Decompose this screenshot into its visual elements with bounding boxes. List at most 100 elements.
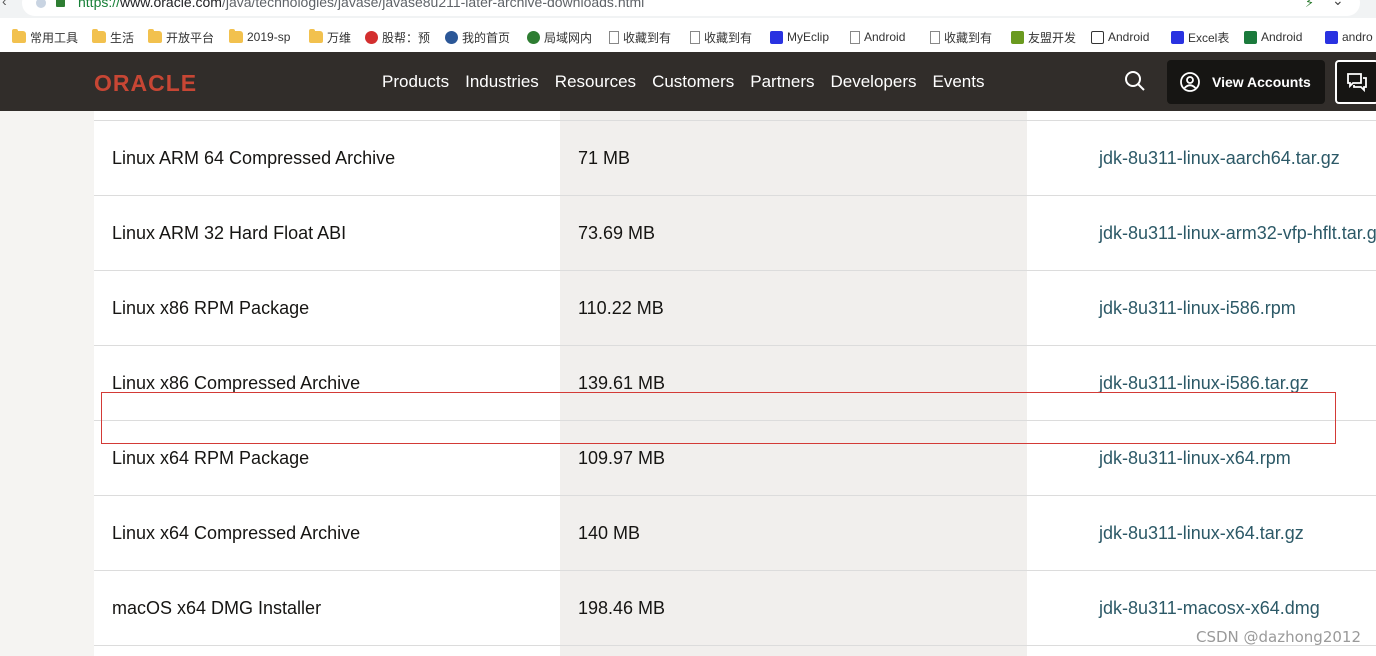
product-name: Linux x64 Compressed Archive <box>112 523 361 543</box>
bookmark-label: 股帮：预 <box>382 30 431 45</box>
file-size: 139.61 MB <box>578 373 666 393</box>
row-divider <box>94 120 1376 121</box>
nav-partners[interactable]: Partners <box>750 72 814 92</box>
url-path: /java/technologies/javase/javase8u211-la… <box>221 0 645 10</box>
bookmarks-bar: 常用工具 生活 开放平台 2019-sp 万维 股帮：预 我的首页 局域网内 收藏到有 收藏到有 M… <box>0 24 1376 50</box>
nav-customers[interactable]: Customers <box>652 72 734 92</box>
bookmark-item[interactable]: 开放平台 <box>148 27 214 47</box>
back-arrow-icon[interactable]: ‹ <box>2 0 7 9</box>
folder-icon <box>309 29 323 43</box>
bookmark-item[interactable]: 万维 <box>309 27 351 47</box>
bookmark-label: 收藏到有 <box>944 30 993 45</box>
chat-button[interactable] <box>1335 60 1376 104</box>
view-accounts-button[interactable]: View Accounts <box>1167 60 1325 104</box>
oracle-logo[interactable]: ORACLE <box>94 70 197 97</box>
bookmark-item[interactable]: Android <box>1091 27 1149 47</box>
bookmark-label: 局域网内 <box>544 30 593 45</box>
bookmark-item[interactable]: 2019-sp <box>229 27 290 47</box>
download-link[interactable]: jdk-8u311-linux-x64.rpm <box>1099 421 1291 496</box>
folder-icon <box>92 29 106 43</box>
bookmark-item[interactable]: Excel表 <box>1171 27 1229 47</box>
bookmark-label: 收藏到有 <box>704 30 753 45</box>
file-size: 109.97 MB <box>578 448 666 468</box>
bookmark-label: 收藏到有 <box>623 30 672 45</box>
bookmark-item[interactable]: Android <box>1244 27 1302 47</box>
page-icon <box>930 30 940 44</box>
product-name: Linux ARM 32 Hard Float ABI <box>112 223 347 243</box>
bookmark-item[interactable]: 股帮：预 <box>365 27 430 47</box>
bookmark-label: 开放平台 <box>166 30 215 45</box>
nav-industries[interactable]: Industries <box>465 72 539 92</box>
url-protocol: https:// <box>78 0 121 10</box>
secure-lock-icon <box>56 0 65 7</box>
main-nav: Products Industries Resources Customers … <box>382 72 1000 92</box>
download-link[interactable]: jdk-8u311-linux-arm32-vfp-hflt.tar.gz <box>1099 196 1376 271</box>
bookmark-label: andro <box>1342 30 1373 44</box>
bookmark-item[interactable]: andro <box>1325 27 1373 47</box>
chat-icon <box>1347 73 1367 93</box>
downloads-table: Linux ARM 64 Compressed Archive 71 MB jdk-… <box>94 111 1376 656</box>
bookmark-label: 生活 <box>110 30 135 45</box>
bookmark-item[interactable]: 生活 <box>92 27 134 47</box>
browser-address-bar: ‹ https://www.oracle.com/java/technologi… <box>0 0 1376 18</box>
chevron-down-icon[interactable]: ⌄ <box>1332 0 1344 9</box>
l-logo-icon <box>1244 30 1257 44</box>
table-row: Linux x86 RPM Package 110.22 MB jdk-8u311-… <box>94 271 1376 346</box>
bookmark-item[interactable]: 友盟开发 <box>1011 27 1076 47</box>
bookmark-label: 友盟开发 <box>1028 30 1077 45</box>
bookmark-item[interactable]: Android <box>850 27 905 47</box>
table-row: Linux x86 Compressed Archive 139.61 MB jdk… <box>94 346 1376 421</box>
download-link[interactable]: jdk-8u311-linux-aarch64.tar.gz <box>1099 121 1340 196</box>
nav-developers[interactable]: Developers <box>831 72 917 92</box>
extension-bolt-icon[interactable]: ⚡ <box>1305 0 1314 11</box>
bookmark-item[interactable]: 收藏到有 <box>930 27 992 47</box>
nav-events[interactable]: Events <box>933 72 985 92</box>
bookmark-label: Android <box>864 30 906 44</box>
product-name: Linux x64 RPM Package <box>112 448 310 468</box>
nav-resources[interactable]: Resources <box>555 72 636 92</box>
product-name: Linux x86 Compressed Archive <box>112 373 361 393</box>
stock-icon <box>365 30 378 44</box>
a-logo-icon <box>1091 30 1104 44</box>
file-size: 110.22 MB <box>578 298 664 318</box>
bookmark-label: Excel表 <box>1188 30 1230 45</box>
table-row: Linux x64 Compressed Archive 140 MB jdk-8u… <box>94 496 1376 571</box>
bookmark-item[interactable]: 收藏到有 <box>690 27 752 47</box>
bookmark-label: 2019-sp <box>247 30 291 44</box>
table-row: Linux ARM 32 Hard Float ABI 73.69 MB jdk-8… <box>94 196 1376 271</box>
download-link[interactable]: jdk-8u311-linux-x64.tar.gz <box>1099 496 1304 571</box>
page-content: Linux ARM 64 Compressed Archive 71 MB jdk-… <box>0 111 1376 656</box>
page-icon <box>850 30 860 44</box>
bookmark-item[interactable]: 常用工具 <box>12 27 78 47</box>
file-size: 140 MB <box>578 523 641 543</box>
paw-icon <box>770 30 783 44</box>
globe-icon <box>445 30 458 44</box>
file-size: 198.46 MB <box>578 598 666 618</box>
umeng-icon <box>1011 30 1024 44</box>
page-icon <box>690 30 700 44</box>
folder-icon <box>12 29 26 43</box>
account-icon <box>1180 72 1200 92</box>
folder-icon <box>229 29 243 43</box>
nav-products[interactable]: Products <box>382 72 449 92</box>
bookmark-label: 常用工具 <box>30 30 79 45</box>
product-name: macOS x64 DMG Installer <box>112 598 322 618</box>
bookmark-item[interactable]: 收藏到有 <box>609 27 671 47</box>
bookmark-item[interactable]: MyEclip <box>770 27 829 47</box>
download-link[interactable]: jdk-8u311-linux-i586.tar.gz <box>1099 346 1309 421</box>
paw-icon <box>1325 30 1338 44</box>
bookmark-item[interactable]: 局域网内 <box>527 27 592 47</box>
bookmark-label: Android <box>1261 30 1303 44</box>
search-icon[interactable] <box>1124 70 1146 92</box>
view-accounts-label: View Accounts <box>1212 74 1311 90</box>
file-size: 73.69 MB <box>578 223 656 243</box>
c-logo-icon <box>527 30 540 44</box>
url-text[interactable]: https://www.oracle.com/java/technologies… <box>78 0 644 10</box>
product-name: Linux ARM 64 Compressed Archive <box>112 148 396 168</box>
product-name: Linux x86 RPM Package <box>112 298 310 318</box>
bookmark-label: 万维 <box>327 30 352 45</box>
bookmark-item[interactable]: 我的首页 <box>445 27 510 47</box>
bookmark-label: MyEclip <box>787 30 830 44</box>
page-icon <box>609 30 619 44</box>
download-link[interactable]: jdk-8u311-linux-i586.rpm <box>1099 271 1296 346</box>
